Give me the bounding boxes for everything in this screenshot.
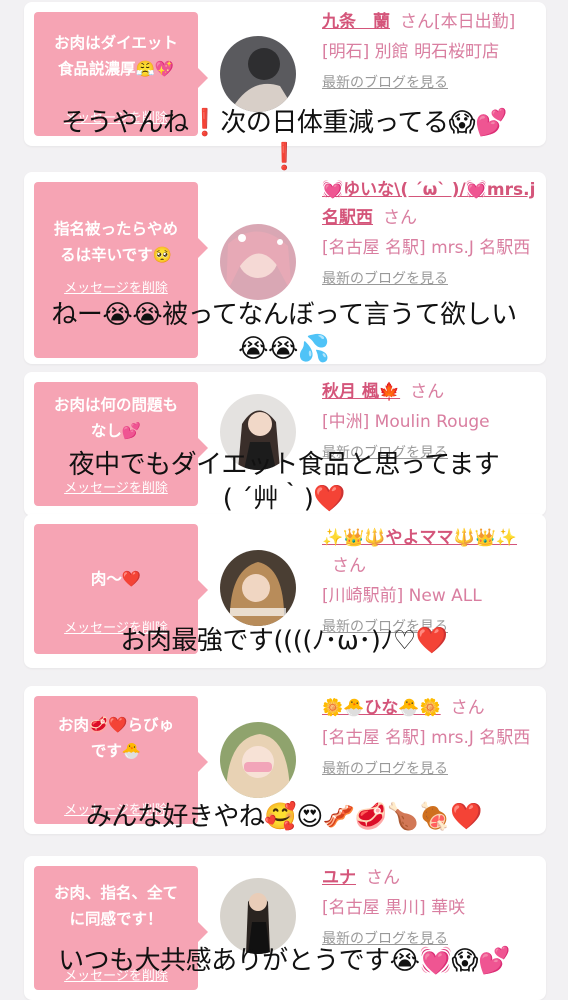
- overlay-caption: 夜中でもダイエット食品と思ってます ( ´艸｀)❤️: [68, 450, 500, 514]
- shop-name: [名古屋 黒川] 華咲: [322, 898, 466, 918]
- profile-name-link[interactable]: 九条 蘭: [322, 12, 390, 32]
- latest-blog-link[interactable]: 最新のブログを見る: [322, 758, 536, 778]
- name-suffix: さん: [366, 868, 400, 888]
- profile-name: ユナ さん: [322, 864, 536, 892]
- name-suffix: さん[本日出勤]: [400, 12, 516, 32]
- message-text: 肉〜❤️: [90, 570, 142, 588]
- message-card: お肉、指名、全て に同感です！ メッセージを削除 ユナ さん [名古屋 黒川] 華…: [24, 856, 546, 1000]
- profile-name: 💓ゆいな\( ´ω` )/💓mrs.j名駅西 さん: [322, 176, 536, 232]
- avatar[interactable]: [220, 550, 296, 626]
- message-text: お肉🥩❤️らびゅ です🐣: [57, 716, 175, 760]
- avatar[interactable]: [220, 36, 296, 112]
- message-text: 指名被ったらやめ るは辛いです🥺: [53, 220, 178, 264]
- overlay-caption: いつも大共感ありがとうです😭💓😱💕: [58, 946, 510, 976]
- shop-name: [明石] 別館 明石桜町店: [322, 42, 500, 62]
- profile-name-link[interactable]: 💓ゆいな\( ´ω` )/💓mrs.j名駅西: [322, 180, 535, 228]
- profile-info: ✨👑🔱やよママ🔱👑✨さん [川崎駅前] New ALL 最新のブログを見る: [322, 524, 536, 636]
- name-suffix: さん: [332, 556, 366, 576]
- name-suffix: さん: [410, 382, 445, 402]
- profile-name-link[interactable]: 🌼🐣ひな🐣🌼: [322, 698, 441, 718]
- latest-blog-link[interactable]: 最新のブログを見る: [322, 72, 536, 92]
- profile-info: 九条 蘭さん[本日出勤] [明石] 別館 明石桜町店 最新のブログを見る: [322, 8, 536, 92]
- shop-name: [名古屋 名駅] mrs.J 名駅西: [322, 238, 531, 258]
- profile-name: 🌼🐣ひな🐣🌼 さん: [322, 694, 536, 722]
- shop-name: [名古屋 名駅] mrs.J 名駅西: [322, 728, 531, 748]
- shop-name: [中洲] Moulin Rouge: [322, 412, 490, 432]
- profile-name-link[interactable]: ✨👑🔱やよママ🔱👑✨: [322, 528, 517, 548]
- avatar[interactable]: [220, 224, 296, 300]
- shop-name: [川崎駅前] New ALL: [322, 586, 482, 606]
- overlay-caption: ねー😭😭被ってなんぼって言うて欲しい 😭😭💦: [51, 300, 517, 364]
- overlay-caption: そうやんね❗️次の日体重減ってる😱💕 ❗️: [60, 108, 508, 172]
- message-text: お肉は何の問題も なし💕: [53, 396, 178, 440]
- name-suffix: さん: [383, 208, 417, 228]
- profile-name-link[interactable]: ユナ: [322, 868, 356, 888]
- delete-message-link[interactable]: メッセージを削除: [34, 277, 198, 296]
- profile-name-link[interactable]: 秋月 楓🍁: [322, 382, 400, 402]
- avatar[interactable]: [220, 878, 296, 954]
- profile-name: 秋月 楓🍁 さん: [322, 378, 536, 406]
- profile-info: 🌼🐣ひな🐣🌼 さん [名古屋 名駅] mrs.J 名駅西 最新のブログを見る: [322, 694, 536, 778]
- profile-name: 九条 蘭さん[本日出勤]: [322, 8, 536, 36]
- profile-info: 💓ゆいな\( ´ω` )/💓mrs.j名駅西 さん [名古屋 名駅] mrs.J …: [322, 176, 536, 288]
- latest-blog-link[interactable]: 最新のブログを見る: [322, 268, 536, 288]
- overlay-caption: みんな好きやね🥰😍🥓🥩🍗🍖❤️: [85, 802, 483, 832]
- message-text: お肉はダイエット 食品説濃厚😤💖: [54, 34, 178, 78]
- name-suffix: さん: [450, 698, 485, 718]
- overlay-caption: お肉最強です((((ﾉ･ω･)ﾉ♡❤️: [120, 626, 448, 656]
- avatar[interactable]: [220, 722, 296, 798]
- message-text: お肉、指名、全て に同感です！: [53, 884, 178, 928]
- profile-info: ユナ さん [名古屋 黒川] 華咲 最新のブログを見る: [322, 864, 536, 948]
- profile-name: ✨👑🔱やよママ🔱👑✨ さん: [322, 524, 536, 580]
